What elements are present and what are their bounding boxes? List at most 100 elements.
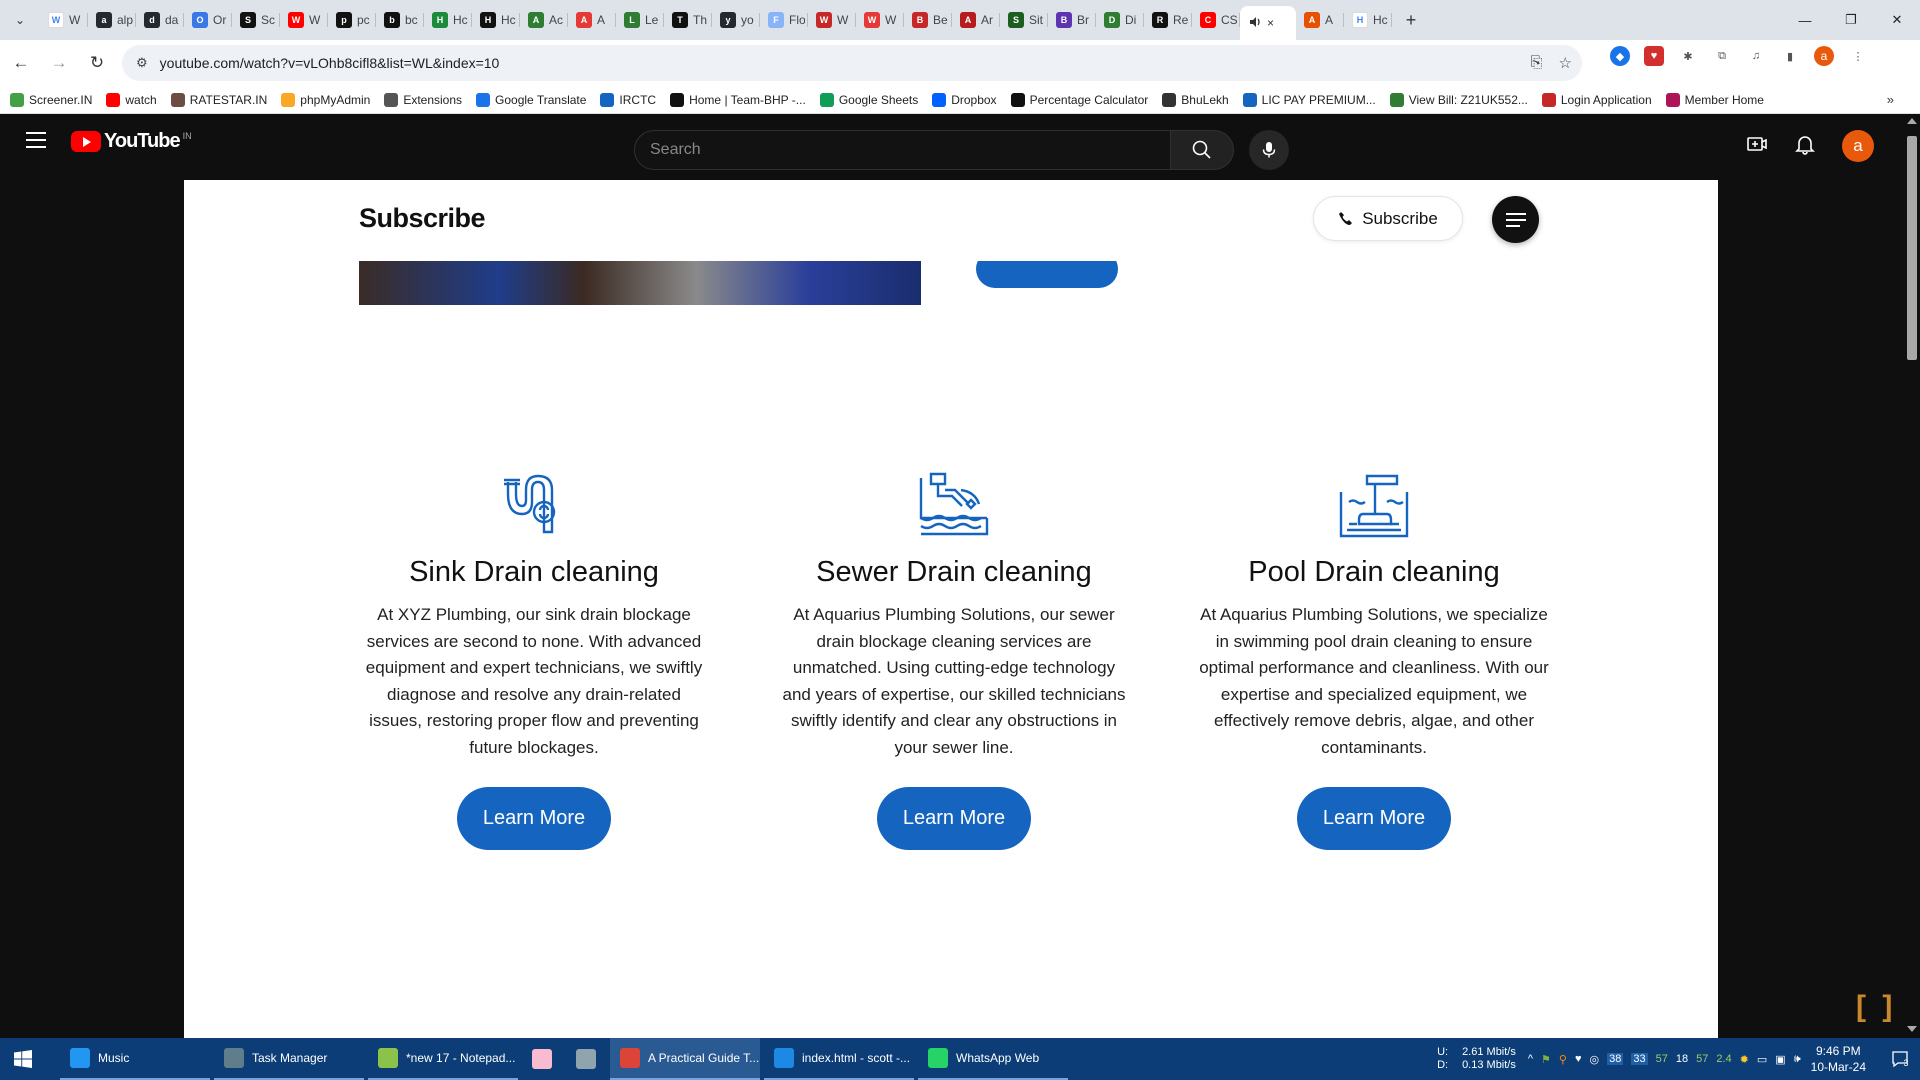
- chevron-up-icon[interactable]: ^: [1528, 1053, 1533, 1065]
- bookmark-item[interactable]: Home | Team-BHP -...: [670, 92, 806, 107]
- bookmark-item[interactable]: View Bill: Z21UK552...: [1389, 92, 1528, 107]
- scroll-up-icon[interactable]: [1907, 118, 1917, 124]
- tab-25[interactable]: AA: [1296, 5, 1344, 35]
- account-avatar[interactable]: a: [1842, 130, 1874, 162]
- learn-more-button[interactable]: Learn More: [876, 787, 1032, 850]
- extension-icon[interactable]: ◆: [1610, 46, 1630, 66]
- tray-number[interactable]: 18: [1676, 1053, 1688, 1065]
- taskbar-item[interactable]: index.html - scott -...: [764, 1038, 914, 1080]
- tab-13[interactable]: T Th: [664, 5, 712, 35]
- sidepanel-icon[interactable]: ▮: [1780, 46, 1800, 66]
- clock[interactable]: 9:46 PM 10-Mar-24: [1811, 1043, 1866, 1075]
- tab-16[interactable]: WW: [808, 5, 856, 35]
- bookmark-item[interactable]: Extensions: [384, 92, 462, 107]
- puzzle-icon[interactable]: ⧉: [1712, 46, 1732, 66]
- bookmark-item[interactable]: Login Application: [1541, 92, 1652, 107]
- tray-number[interactable]: 33: [1631, 1053, 1648, 1065]
- bookmark-item[interactable]: Member Home: [1665, 92, 1764, 107]
- notifications-icon[interactable]: [1794, 133, 1816, 160]
- tab-5[interactable]: WW: [280, 5, 328, 35]
- taskbar-item[interactable]: [566, 1038, 606, 1080]
- search-input[interactable]: [650, 141, 1170, 159]
- search-box[interactable]: [634, 130, 1171, 170]
- site-info-icon[interactable]: ⚙: [136, 55, 148, 71]
- install-icon[interactable]: ⎘: [1531, 54, 1543, 72]
- tab-7[interactable]: b bc: [376, 5, 424, 35]
- bookmark-item[interactable]: LIC PAY PREMIUM...: [1242, 92, 1376, 107]
- tab-18[interactable]: B Be: [904, 5, 952, 35]
- tab-20[interactable]: S Sit: [1000, 5, 1048, 35]
- tab-8[interactable]: H Hc: [424, 5, 472, 35]
- tab-10[interactable]: A Ac: [520, 5, 568, 35]
- tab-23[interactable]: R Re: [1144, 5, 1192, 35]
- tab-11[interactable]: AA: [568, 5, 616, 35]
- voice-search-button[interactable]: [1249, 130, 1289, 170]
- bookmark-item[interactable]: RATESTAR.IN: [170, 92, 267, 107]
- restore-icon[interactable]: ❐: [1828, 0, 1874, 40]
- search-tray-icon[interactable]: ⚲: [1559, 1053, 1567, 1066]
- tab-3[interactable]: O Or: [184, 5, 232, 35]
- tab-17[interactable]: WW: [856, 5, 904, 35]
- tab-9[interactable]: H Hc: [472, 5, 520, 35]
- tab-19[interactable]: A Ar: [952, 5, 1000, 35]
- create-icon[interactable]: [1746, 133, 1768, 160]
- search-button[interactable]: [1170, 130, 1234, 170]
- back-icon[interactable]: ←: [4, 46, 38, 80]
- bug-icon[interactable]: ✱: [1678, 46, 1698, 66]
- taskbar-item[interactable]: *new 17 - Notepad...: [368, 1038, 518, 1080]
- volume-icon[interactable]: 🕪: [1794, 1053, 1801, 1066]
- minimize-icon[interactable]: —: [1782, 0, 1828, 40]
- weather-icon[interactable]: ✹: [1740, 1053, 1749, 1066]
- taskbar-item[interactable]: Task Manager: [214, 1038, 364, 1080]
- tab-0[interactable]: WW: [40, 5, 88, 35]
- bookmark-item[interactable]: Google Translate: [476, 92, 586, 107]
- battery-icon[interactable]: ▭: [1757, 1053, 1767, 1066]
- close-tab-icon[interactable]: ×: [1267, 16, 1274, 30]
- url-text[interactable]: youtube.com/watch?v=vLOhb8cifl8&list=WL&…: [160, 55, 500, 71]
- bookmarks-overflow-icon[interactable]: »: [1887, 92, 1894, 107]
- taskbar-item[interactable]: WhatsApp Web: [918, 1038, 1068, 1080]
- learn-more-button[interactable]: Learn More: [456, 787, 612, 850]
- youtube-logo[interactable]: YouTube IN: [71, 130, 192, 153]
- media-icon[interactable]: ♫: [1746, 46, 1766, 66]
- bookmark-item[interactable]: BhuLekh: [1162, 92, 1229, 107]
- close-window-icon[interactable]: ✕: [1874, 0, 1920, 40]
- bookmark-item[interactable]: watch: [106, 92, 157, 107]
- tab-4[interactable]: S Sc: [232, 5, 280, 35]
- menu-icon[interactable]: [26, 132, 46, 153]
- bookmark-item[interactable]: IRCTC: [600, 92, 656, 107]
- forward-icon[interactable]: →: [42, 46, 76, 80]
- bookmark-item[interactable]: phpMyAdmin: [281, 92, 370, 107]
- reload-icon[interactable]: ↻: [80, 46, 114, 80]
- tab-21[interactable]: B Br: [1048, 5, 1096, 35]
- taskbar-item[interactable]: Music: [60, 1038, 210, 1080]
- tray-number[interactable]: 57: [1656, 1053, 1668, 1065]
- tab-active[interactable]: ×: [1240, 6, 1296, 40]
- globe-icon[interactable]: ◎: [1590, 1053, 1600, 1066]
- learn-more-button[interactable]: Learn More: [1296, 787, 1452, 850]
- more-icon[interactable]: ⋮: [1848, 46, 1868, 66]
- site-menu-button[interactable]: [1492, 196, 1539, 243]
- tab-6[interactable]: p pc: [328, 5, 376, 35]
- bookmark-star-icon[interactable]: ☆: [1559, 54, 1572, 72]
- video-player[interactable]: Subscribe Subscribe Sink Drain cleaning …: [184, 180, 1718, 1038]
- bookmark-item[interactable]: Google Sheets: [819, 92, 918, 107]
- taskbar-item[interactable]: A Practical Guide T...: [610, 1038, 760, 1080]
- shield-icon[interactable]: ♥: [1644, 46, 1664, 66]
- windows-start-button[interactable]: [0, 1038, 46, 1080]
- tray-number[interactable]: 57: [1696, 1053, 1708, 1065]
- tray-number[interactable]: 2.4: [1716, 1053, 1731, 1065]
- bookmark-item[interactable]: Dropbox: [932, 92, 997, 107]
- tab-26[interactable]: H Hc: [1344, 5, 1392, 35]
- tab-2[interactable]: d da: [136, 5, 184, 35]
- app-tray-icon[interactable]: ⚑: [1541, 1053, 1551, 1066]
- bracket-icon[interactable]: [ ]: [1856, 990, 1896, 1024]
- address-bar[interactable]: ⚙ youtube.com/watch?v=vLOhb8cifl8&list=W…: [122, 45, 1582, 81]
- network-icon[interactable]: ▣: [1775, 1053, 1785, 1066]
- scroll-thumb[interactable]: [1907, 136, 1917, 360]
- tab-24[interactable]: C CS: [1192, 5, 1240, 35]
- shield-tray-icon[interactable]: ♥: [1575, 1053, 1582, 1065]
- new-tab-button[interactable]: +: [1396, 5, 1426, 35]
- bookmark-item[interactable]: Percentage Calculator: [1010, 92, 1148, 107]
- tab-1[interactable]: a alp: [88, 5, 136, 35]
